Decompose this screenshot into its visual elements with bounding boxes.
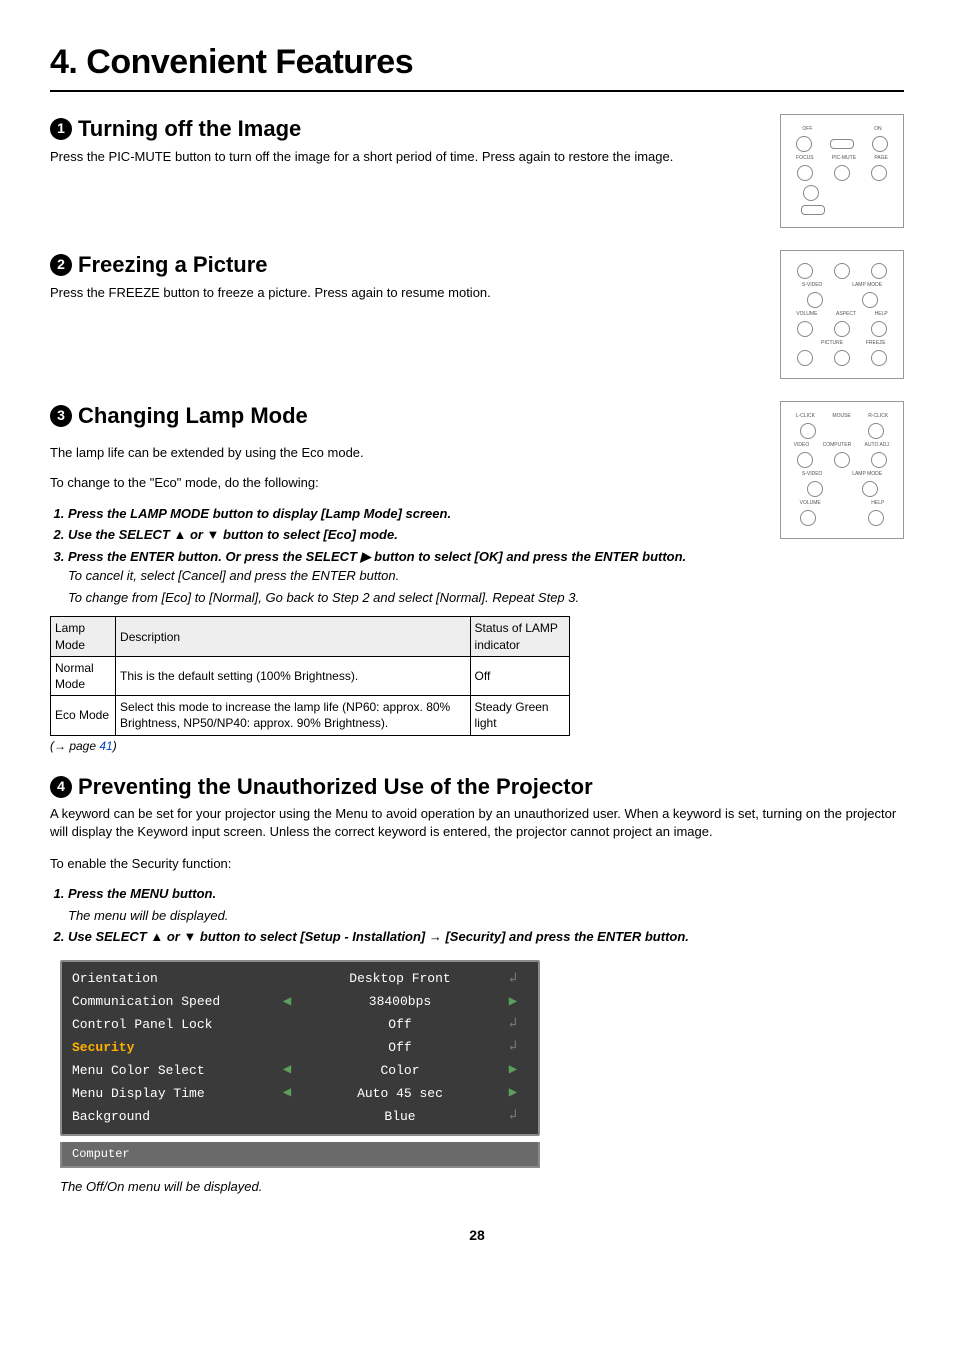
section-1-body: Press the PIC-MUTE button to turn off th… [50, 148, 760, 166]
cell: Normal Mode [51, 656, 116, 695]
section-1-title: Turning off the Image [78, 114, 301, 144]
menu-orientation-value: Desktop Front [302, 970, 498, 988]
enter-icon: ↲ [498, 970, 528, 989]
menu-mdt-label: Menu Display Time [72, 1085, 272, 1103]
section-4-caption: The Off/On menu will be displayed. [60, 1178, 904, 1196]
section-2-heading: 2 Freezing a Picture [50, 250, 760, 280]
s3-step-2: Use the SELECT ▲ or ▼ button to select [… [68, 526, 760, 544]
enter-icon: ↲ [498, 1038, 528, 1057]
menu-security-value: Off [302, 1039, 498, 1057]
left-arrow-icon: ◀ [272, 1061, 302, 1080]
section-3-intro1: The lamp life can be extended by using t… [50, 444, 760, 462]
cell: Select this mode to increase the lamp li… [116, 696, 471, 735]
section-number-2: 2 [50, 254, 72, 276]
s3-step-3-sub1: To cancel it, select [Cancel] and press … [68, 567, 760, 585]
s4-step-1-sub: The menu will be displayed. [68, 907, 904, 925]
cell: This is the default setting (100% Bright… [116, 656, 471, 695]
s3-step-3-text: Press the ENTER button. Or press the SEL… [68, 549, 686, 564]
right-arrow-icon: ▶ [498, 1084, 528, 1103]
s4-step-2: Use SELECT ▲ or ▼ button to select [Setu… [68, 928, 904, 946]
section-number-1: 1 [50, 118, 72, 140]
enter-icon: ↲ [498, 1107, 528, 1126]
right-arrow-icon: ▶ [498, 993, 528, 1012]
menu-cpl-value: Off [302, 1016, 498, 1034]
s4-step-1: Press the MENU button. The menu will be … [68, 885, 904, 924]
section-3-heading: 3 Changing Lamp Mode [50, 401, 760, 431]
s3-step-3: Press the ENTER button. Or press the SEL… [68, 548, 760, 607]
menu-footer: Computer [60, 1142, 540, 1168]
menu-bg-value: Blue [302, 1108, 498, 1126]
menu-bg-label: Background [72, 1108, 272, 1126]
th-description: Description [116, 617, 471, 656]
menu-cpl-label: Control Panel Lock [72, 1016, 272, 1034]
s3-step-3-sub2: To change from [Eco] to [Normal], Go bac… [68, 589, 760, 607]
section-4-title: Preventing the Unauthorized Use of the P… [78, 772, 593, 802]
lampmode-button-icon [862, 481, 878, 497]
setup-installation-menu: Orientation Desktop Front ↲ Communicatio… [60, 960, 540, 1168]
page-number: 28 [50, 1226, 904, 1245]
table-row: Eco Mode Select this mode to increase th… [51, 696, 570, 735]
menu-comm-value: 38400bps [302, 993, 498, 1011]
th-lampmode: Lamp Mode [51, 617, 116, 656]
th-status: Status of LAMP indicator [470, 617, 569, 656]
picmute-button-icon [834, 165, 850, 181]
section-4-heading: 4 Preventing the Unauthorized Use of the… [50, 772, 904, 802]
table-row: Normal Mode This is the default setting … [51, 656, 570, 695]
cell: Steady Green light [470, 696, 569, 735]
s4-step-1-text: Press the MENU button. [68, 886, 216, 901]
section-4-body: A keyword can be set for your projector … [50, 805, 904, 840]
menu-comm-label: Communication Speed [72, 993, 272, 1011]
page-reference: (→ page 41) [50, 738, 760, 754]
remote-illustration-freeze: S-VIDEOLAMP MODE VOLUMEASPECTHELP PICTUR… [780, 250, 904, 379]
lamp-mode-table: Lamp Mode Description Status of LAMP ind… [50, 616, 570, 735]
section-1-heading: 1 Turning off the Image [50, 114, 760, 144]
cell: Off [470, 656, 569, 695]
menu-mdt-value: Auto 45 sec [302, 1085, 498, 1103]
section-4-enable: To enable the Security function: [50, 855, 904, 873]
menu-mcs-label: Menu Color Select [72, 1062, 272, 1080]
remote-illustration-lampmode: L-CLICKMOUSER-CLICK VIDEOCOMPUTERAUTO AD… [780, 401, 904, 539]
enter-icon: ↲ [498, 1015, 528, 1034]
left-arrow-icon: ◀ [272, 1084, 302, 1103]
menu-mcs-value: Color [302, 1062, 498, 1080]
section-number-4: 4 [50, 776, 72, 798]
menu-security-label: Security [72, 1039, 272, 1057]
s3-step-1: Press the LAMP MODE button to display [L… [68, 505, 760, 523]
remote-illustration-picmute: OFFON FOCUSPIC-MUTEPAGE [780, 114, 904, 228]
section-2-title: Freezing a Picture [78, 250, 268, 280]
right-arrow-icon: ▶ [498, 1061, 528, 1080]
cell: Eco Mode [51, 696, 116, 735]
section-2-body: Press the FREEZE button to freeze a pict… [50, 284, 760, 302]
page-link-41[interactable]: 41 [99, 739, 112, 753]
freeze-button-icon [871, 350, 887, 366]
section-3-title: Changing Lamp Mode [78, 401, 308, 431]
section-3-intro2: To change to the "Eco" mode, do the foll… [50, 474, 760, 492]
left-arrow-icon: ◀ [272, 993, 302, 1012]
chapter-title: 4. Convenient Features [50, 40, 904, 92]
menu-orientation-label: Orientation [72, 970, 272, 988]
section-number-3: 3 [50, 405, 72, 427]
